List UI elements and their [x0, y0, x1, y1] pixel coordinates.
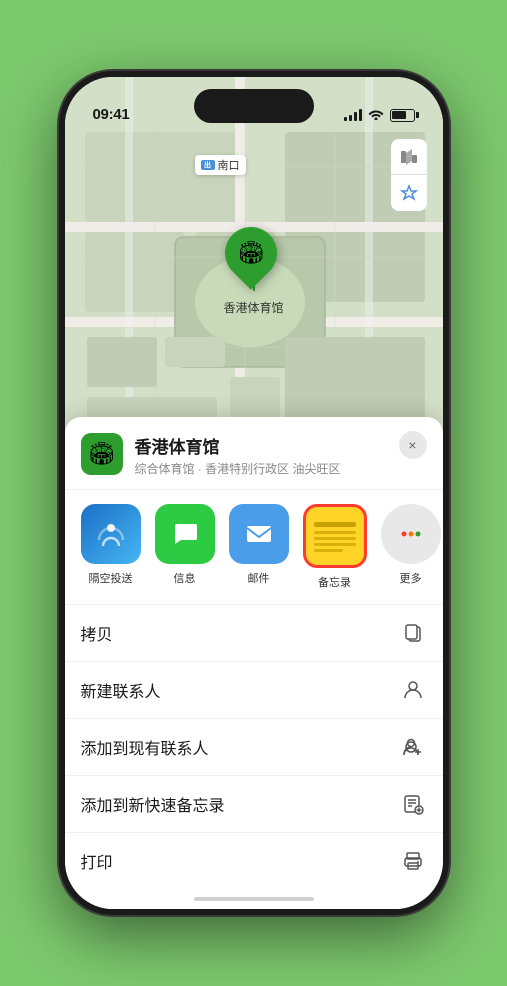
close-button[interactable]: × — [399, 431, 427, 459]
venue-description: 综合体育馆 · 香港特别行政区 油尖旺区 — [135, 460, 427, 477]
printer-icon — [399, 847, 427, 875]
add-to-notes-label: 添加到新快速备忘录 — [81, 792, 225, 816]
dynamic-island — [194, 89, 314, 123]
person-add-icon — [399, 733, 427, 761]
notes-label: 备忘录 — [318, 574, 351, 590]
location-button[interactable] — [391, 175, 427, 211]
pin-label: 香港体育馆 — [223, 299, 283, 316]
share-action-messages[interactable]: 信息 — [155, 504, 215, 590]
exit-icon: 出 — [201, 160, 215, 170]
more-label: 更多 — [400, 570, 422, 586]
notes-icon-wrap — [303, 504, 367, 568]
map-view-button[interactable] — [391, 139, 427, 175]
messages-label: 信息 — [174, 570, 196, 586]
add-to-contact-label: 添加到现有联系人 — [81, 735, 209, 759]
share-action-mail[interactable]: 邮件 — [229, 504, 289, 590]
location-pin: 🏟 香港体育馆 — [223, 227, 283, 316]
status-time: 09:41 — [93, 106, 130, 123]
venue-icon-emoji: 🏟 — [88, 441, 116, 467]
venue-icon: 🏟 — [81, 433, 123, 475]
mail-icon-wrap — [229, 504, 289, 564]
menu-item-print[interactable]: 打印 — [65, 833, 443, 889]
share-action-notes[interactable]: 备忘录 — [303, 504, 367, 590]
phone-screen: 09:41 — [65, 77, 443, 909]
venue-name: 香港体育馆 — [135, 433, 427, 458]
menu-items: 拷贝 新建联系人 — [65, 604, 443, 889]
copy-icon — [399, 619, 427, 647]
messages-icon-wrap — [155, 504, 215, 564]
menu-item-add-to-contact[interactable]: 添加到现有联系人 — [65, 719, 443, 776]
more-icon-wrap — [381, 504, 441, 564]
wifi-icon — [368, 107, 384, 123]
copy-label: 拷贝 — [81, 621, 113, 645]
share-actions-row: 隔空投送 信息 — [65, 490, 443, 604]
pin-shape: 🏟 — [214, 216, 288, 290]
home-indicator — [194, 897, 314, 901]
map-controls — [391, 139, 427, 211]
map-label: 出 南口 — [195, 155, 246, 175]
airdrop-icon-wrap — [81, 504, 141, 564]
print-label: 打印 — [81, 849, 113, 873]
notes-quick-icon — [399, 790, 427, 818]
person-icon — [399, 676, 427, 704]
menu-item-new-contact[interactable]: 新建联系人 — [65, 662, 443, 719]
pin-emoji: 🏟 — [237, 240, 265, 266]
share-action-airdrop[interactable]: 隔空投送 — [81, 504, 141, 590]
menu-item-copy[interactable]: 拷贝 — [65, 605, 443, 662]
bottom-sheet: 🏟 香港体育馆 综合体育馆 · 香港特别行政区 油尖旺区 × — [65, 417, 443, 909]
status-icons — [344, 107, 415, 123]
venue-info: 香港体育馆 综合体育馆 · 香港特别行政区 油尖旺区 — [135, 433, 427, 477]
venue-header: 🏟 香港体育馆 综合体育馆 · 香港特别行政区 油尖旺区 × — [65, 417, 443, 490]
phone-frame: 09:41 — [59, 71, 449, 915]
airdrop-label: 隔空投送 — [89, 570, 133, 586]
mail-label: 邮件 — [248, 570, 270, 586]
signal-icon — [344, 109, 362, 121]
menu-item-add-to-notes[interactable]: 添加到新快速备忘录 — [65, 776, 443, 833]
battery-icon — [390, 109, 415, 122]
new-contact-label: 新建联系人 — [81, 678, 161, 702]
share-action-more[interactable]: 更多 — [381, 504, 441, 590]
